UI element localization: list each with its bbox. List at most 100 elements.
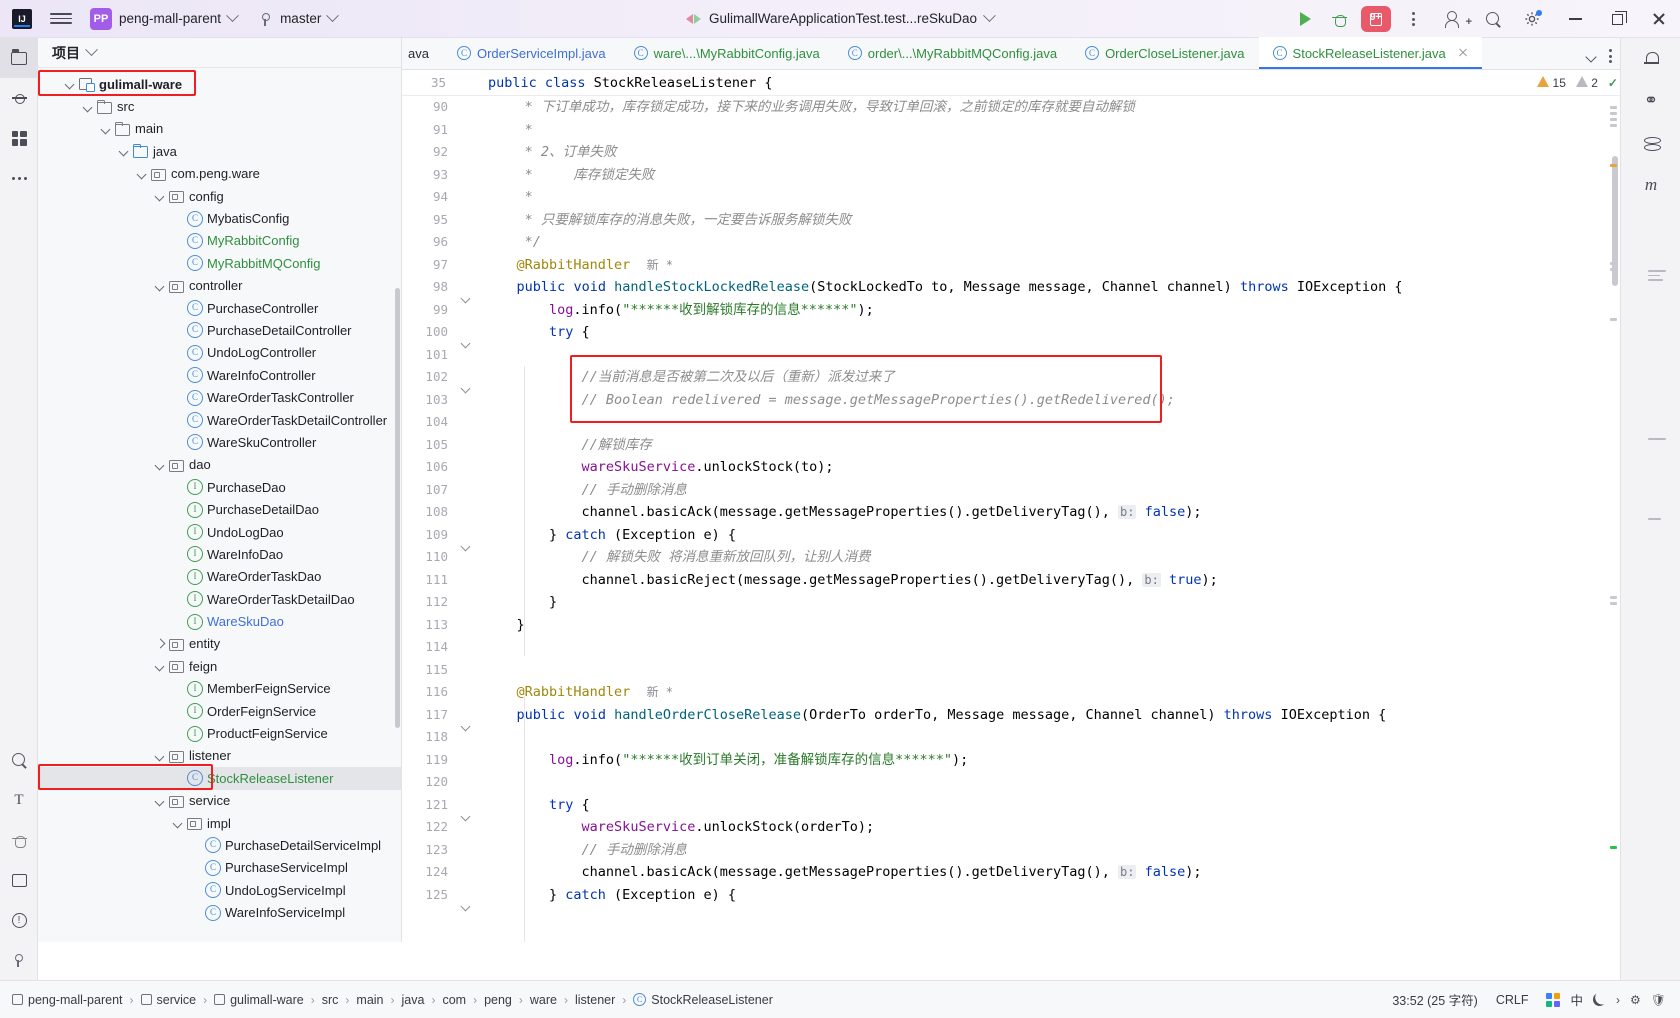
line-number[interactable]: 99 <box>402 299 458 322</box>
line-number[interactable]: 108 <box>402 501 458 524</box>
settings-button[interactable] <box>1510 0 1554 38</box>
line-number[interactable]: 98 <box>402 276 458 299</box>
line-number[interactable]: 112 <box>402 591 458 614</box>
line-number[interactable]: 111 <box>402 569 458 592</box>
line-number[interactable]: 115 <box>402 659 458 682</box>
line-number[interactable]: 109 <box>402 524 458 547</box>
tree-node-wareskucontroller[interactable]: WareSkuController <box>38 431 401 453</box>
breadcrumb-item-ware[interactable]: ware <box>530 993 557 1007</box>
tree-node-listener[interactable]: listener <box>38 745 401 767</box>
code-editor[interactable]: 90 * 下订单成功，库存锁定成功，接下来的业务调用失败，导致订单回滚，之前锁定… <box>402 96 1620 942</box>
line-number[interactable]: 122 <box>402 816 458 839</box>
line-number[interactable]: 125 <box>402 884 458 907</box>
sidebar-item-maven[interactable]: m <box>1621 164 1680 206</box>
notifications-badge-button[interactable]: 9+ <box>1356 0 1396 38</box>
branch-selector[interactable]: master <box>259 9 340 27</box>
tree-node-undologdao[interactable]: UndoLogDao <box>38 521 401 543</box>
chevron-down-icon[interactable] <box>154 190 166 202</box>
chevron-down-icon[interactable] <box>82 101 94 113</box>
editor-tab-order-myrabbitmqconfig-java[interactable]: order\...\MyRabbitMQConfig.java <box>834 37 1071 69</box>
run-button[interactable] <box>1288 0 1322 38</box>
line-number[interactable]: 103 <box>402 389 458 412</box>
chevron-down-icon[interactable] <box>1586 51 1597 62</box>
sidebar-item-structure[interactable] <box>0 118 38 158</box>
chevron-down-icon[interactable] <box>136 168 148 180</box>
line-number[interactable]: 116 <box>402 681 458 704</box>
tree-node-purchasedetaildao[interactable]: PurchaseDetailDao <box>38 498 401 520</box>
tree-node-com-peng-ware[interactable]: com.peng.ware <box>38 163 401 185</box>
tree-node-wareordertaskdetaildao[interactable]: WareOrderTaskDetailDao <box>38 588 401 610</box>
line-number[interactable]: 91 <box>402 119 458 142</box>
breadcrumb-item-gulimall-ware[interactable]: gulimall-ware <box>214 993 304 1007</box>
tree-node-controller[interactable]: controller <box>38 275 401 297</box>
project-tree-scrollbar[interactable] <box>395 288 400 728</box>
tree-node-main[interactable]: main <box>38 118 401 140</box>
editor-tab-ware-myrabbitconfig-java[interactable]: ware\...\MyRabbitConfig.java <box>620 37 834 69</box>
chevron-down-icon[interactable] <box>154 459 166 471</box>
tree-node-wareskudao[interactable]: WareSkuDao <box>38 610 401 632</box>
line-number[interactable]: 92 <box>402 141 458 164</box>
line-number[interactable]: 104 <box>402 411 458 434</box>
line-number[interactable]: 102 <box>402 366 458 389</box>
line-separator[interactable]: CRLF <box>1496 993 1529 1007</box>
tray-settings-icon[interactable]: ⚙ <box>1630 993 1641 1007</box>
line-number[interactable]: 114 <box>402 636 458 659</box>
line-number[interactable]: 93 <box>402 164 458 187</box>
tree-node-wareinfoserviceimpl[interactable]: WareInfoServiceImpl <box>38 901 401 923</box>
breadcrumb-item-java[interactable]: java <box>402 993 425 1007</box>
line-number[interactable]: 107 <box>402 479 458 502</box>
tree-node-src[interactable]: src <box>38 95 401 117</box>
line-number[interactable]: 120 <box>402 771 458 794</box>
close-tab-icon[interactable] <box>1458 48 1468 58</box>
line-number[interactable]: 96 <box>402 231 458 254</box>
tree-node-wareordertaskdetailcontroller[interactable]: WareOrderTaskDetailController <box>38 409 401 431</box>
tree-node-productfeignservice[interactable]: ProductFeignService <box>38 722 401 744</box>
maximize-button[interactable] <box>1596 0 1638 38</box>
line-number[interactable]: 100 <box>402 321 458 344</box>
tree-node-purchasedetailserviceimpl[interactable]: PurchaseDetailServiceImpl <box>38 834 401 856</box>
tree-node-gulimall-ware[interactable]: gulimall-ware <box>38 73 401 95</box>
minimize-button[interactable] <box>1554 0 1596 38</box>
editor-tab-orderserviceimpl-java[interactable]: OrderServiceImpl.java <box>443 37 620 69</box>
tree-node-undologcontroller[interactable]: UndoLogController <box>38 342 401 364</box>
chevron-down-icon[interactable] <box>100 123 112 135</box>
close-button[interactable] <box>1638 0 1680 38</box>
sidebar-item-debug[interactable] <box>0 820 38 860</box>
tree-node-wareinfocontroller[interactable]: WareInfoController <box>38 364 401 386</box>
tree-node-stockreleaselistener[interactable]: StockReleaseListener <box>38 767 401 790</box>
sidebar-item-notifications[interactable] <box>1621 38 1680 80</box>
tree-node-wareordertaskcontroller[interactable]: WareOrderTaskController <box>38 386 401 408</box>
editor-tab-ordercloselistener-java[interactable]: OrderCloseListener.java <box>1071 37 1258 69</box>
tree-node-impl[interactable]: impl <box>38 812 401 834</box>
add-user-button[interactable]: + <box>1430 0 1476 38</box>
line-number[interactable]: 124 <box>402 861 458 884</box>
chevron-right-icon[interactable] <box>154 638 166 650</box>
tree-node-myrabbitmqconfig[interactable]: MyRabbitMQConfig <box>38 252 401 274</box>
tree-node-java[interactable]: java <box>38 140 401 162</box>
breadcrumb-item-service[interactable]: service <box>140 993 196 1007</box>
sidebar-item-ai-assistant[interactable]: ⚭ <box>1621 80 1680 122</box>
chevron-down-icon[interactable] <box>64 78 76 90</box>
tree-node-service[interactable]: service <box>38 790 401 812</box>
chevron-down-icon[interactable] <box>154 280 166 292</box>
tray-chevron-icon[interactable]: › <box>1616 993 1620 1007</box>
sidebar-item-git[interactable] <box>0 940 38 980</box>
tree-node-orderfeignservice[interactable]: OrderFeignService <box>38 700 401 722</box>
tree-node-entity[interactable]: entity <box>38 633 401 655</box>
sidebar-item-project[interactable] <box>0 38 38 78</box>
search-everywhere-button[interactable] <box>1476 0 1510 38</box>
line-number[interactable]: 90 <box>402 96 458 119</box>
tree-node-undologserviceimpl[interactable]: UndoLogServiceImpl <box>38 879 401 901</box>
breadcrumb-item-src[interactable]: src <box>322 993 339 1007</box>
more-options-button[interactable] <box>1396 0 1430 38</box>
run-configuration-selector[interactable]: GulimallWareApplicationTest.test...reSku… <box>685 9 996 26</box>
line-number[interactable]: 118 <box>402 726 458 749</box>
sidebar-item-commit[interactable] <box>0 78 38 118</box>
line-number[interactable]: 113 <box>402 614 458 637</box>
sidebar-item-search[interactable] <box>0 740 38 780</box>
main-menu-hamburger-icon[interactable] <box>50 8 72 30</box>
tree-node-purchasedetailcontroller[interactable]: PurchaseDetailController <box>38 319 401 341</box>
project-selector[interactable]: PP peng-mall-parent <box>90 7 239 30</box>
ime-grid-icon[interactable] <box>1546 992 1561 1007</box>
chevron-down-icon[interactable] <box>154 660 166 672</box>
